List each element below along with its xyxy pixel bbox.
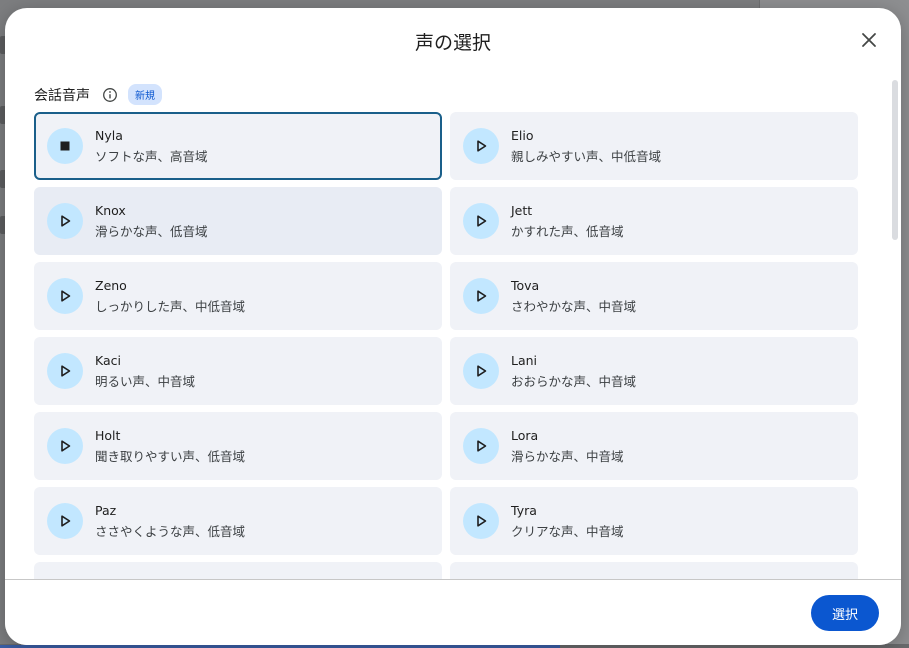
voice-card-lora[interactable]: Lora 滑らかな声、中音域	[450, 412, 858, 480]
select-button[interactable]: 選択	[811, 595, 879, 631]
play-icon	[477, 290, 487, 302]
voice-card-text: Holt 聞き取りやすい声、低音域	[95, 428, 245, 465]
play-button[interactable]	[463, 428, 499, 464]
voice-card-paz[interactable]: Paz ささやくような声、低音域	[34, 487, 442, 555]
play-icon	[61, 515, 71, 527]
voice-card-jett[interactable]: Jett かすれた声、低音域	[450, 187, 858, 255]
voice-card-text: Knox 滑らかな声、低音域	[95, 203, 208, 240]
voice-list-scroll-area[interactable]: 会話音声 新規 Nyla ソフトな声、高音域 Elio 親しみやすい声、中低音域 Kno…	[5, 78, 901, 579]
voice-card-text: Tyra クリアな声、中音域	[511, 503, 624, 540]
play-button[interactable]	[463, 128, 499, 164]
voice-card-text: Paz ささやくような声、低音域	[95, 503, 245, 540]
voice-card-tyra[interactable]: Tyra クリアな声、中音域	[450, 487, 858, 555]
play-button[interactable]	[463, 503, 499, 539]
scrollbar-thumb[interactable]	[892, 80, 898, 240]
voice-card-elio[interactable]: Elio 親しみやすい声、中低音域	[450, 112, 858, 180]
voice-name: Tyra	[511, 502, 537, 518]
voice-description: ささやくような声、低音域	[95, 523, 246, 539]
voice-card-text: Kaci 明るい声、中音域	[95, 353, 195, 390]
play-button[interactable]	[47, 353, 83, 389]
voice-name: Paz	[95, 502, 117, 518]
new-badge: 新規	[128, 84, 162, 105]
voice-name: Lora	[511, 427, 539, 443]
play-button[interactable]	[463, 203, 499, 239]
play-icon	[477, 365, 487, 377]
voice-grid: Nyla ソフトな声、高音域 Elio 親しみやすい声、中低音域 Knox 滑らかな声、低…	[34, 112, 858, 579]
play-icon	[477, 215, 487, 227]
voice-card-text: Jett かすれた声、低音域	[511, 203, 624, 240]
voice-card-knox[interactable]: Knox 滑らかな声、低音域	[34, 187, 442, 255]
voice-description: おおらかな声、中音域	[511, 373, 637, 389]
close-icon	[862, 33, 876, 47]
voice-description: 親しみやすい声、中低音域	[511, 148, 662, 164]
voice-description: 聞き取りやすい声、低音域	[95, 448, 246, 464]
voice-card-text: Zeno しっかりした声、中低音域	[95, 278, 245, 315]
voice-card-text: Lani おおらかな声、中音域	[511, 353, 636, 390]
voice-description: ソフトな声、高音域	[95, 148, 208, 164]
play-icon	[477, 140, 487, 152]
voice-description: さわやかな声、中音域	[511, 298, 637, 314]
section-header: 会話音声 新規	[34, 84, 162, 105]
play-button[interactable]	[463, 278, 499, 314]
voice-card-text: Lora 滑らかな声、中音域	[511, 428, 624, 465]
voice-card-tova[interactable]: Tova さわやかな声、中音域	[450, 262, 858, 330]
voice-description: 滑らかな声、低音域	[95, 223, 208, 239]
voice-card-text: Elio 親しみやすい声、中低音域	[511, 128, 661, 165]
play-icon	[61, 365, 71, 377]
voice-card-kaci[interactable]: Kaci 明るい声、中音域	[34, 337, 442, 405]
voice-name: Holt	[95, 427, 121, 443]
voice-name: Tova	[511, 277, 540, 293]
play-icon	[61, 290, 71, 302]
close-button[interactable]	[851, 22, 887, 58]
play-icon	[61, 440, 71, 452]
play-button[interactable]	[463, 353, 499, 389]
dialog-footer: 選択	[5, 579, 901, 645]
stop-button[interactable]	[47, 128, 83, 164]
play-icon	[477, 515, 487, 527]
voice-name: Nyla	[95, 127, 123, 143]
voice-name: Jett	[511, 202, 533, 218]
dialog-title: 声の選択	[414, 32, 491, 54]
voice-name: Kaci	[95, 352, 121, 368]
voice-card-partial[interactable]	[450, 562, 858, 579]
stop-icon	[60, 141, 70, 151]
play-button[interactable]	[47, 503, 83, 539]
voice-name: Zeno	[95, 277, 127, 293]
voice-name: Knox	[95, 202, 126, 218]
voice-description: しっかりした声、中低音域	[95, 298, 246, 314]
voice-card-text: Tova さわやかな声、中音域	[511, 278, 636, 315]
play-button[interactable]	[47, 428, 83, 464]
section-title: 会話音声	[34, 87, 90, 104]
voice-description: かすれた声、低音域	[511, 223, 624, 239]
voice-card-nyla[interactable]: Nyla ソフトな声、高音域	[34, 112, 442, 180]
voice-card-lani[interactable]: Lani おおらかな声、中音域	[450, 337, 858, 405]
voice-card-text: Nyla ソフトな声、高音域	[95, 128, 208, 165]
play-icon	[61, 215, 71, 227]
voice-card-partial[interactable]	[34, 562, 442, 579]
voice-card-holt[interactable]: Holt 聞き取りやすい声、低音域	[34, 412, 442, 480]
voice-name: Elio	[511, 127, 534, 143]
voice-description: 滑らかな声、中音域	[511, 448, 624, 464]
voice-description: 明るい声、中音域	[95, 373, 196, 389]
voice-description: クリアな声、中音域	[511, 523, 624, 539]
voice-select-dialog: 声の選択 会話音声 新規 Nyla ソフトな声、高音域 Elio 親しみやすい声、中低…	[5, 8, 901, 645]
play-button[interactable]	[47, 203, 83, 239]
voice-card-zeno[interactable]: Zeno しっかりした声、中低音域	[34, 262, 442, 330]
play-button[interactable]	[47, 278, 83, 314]
voice-name: Lani	[511, 352, 538, 368]
info-icon[interactable]	[102, 87, 118, 103]
play-icon	[477, 440, 487, 452]
